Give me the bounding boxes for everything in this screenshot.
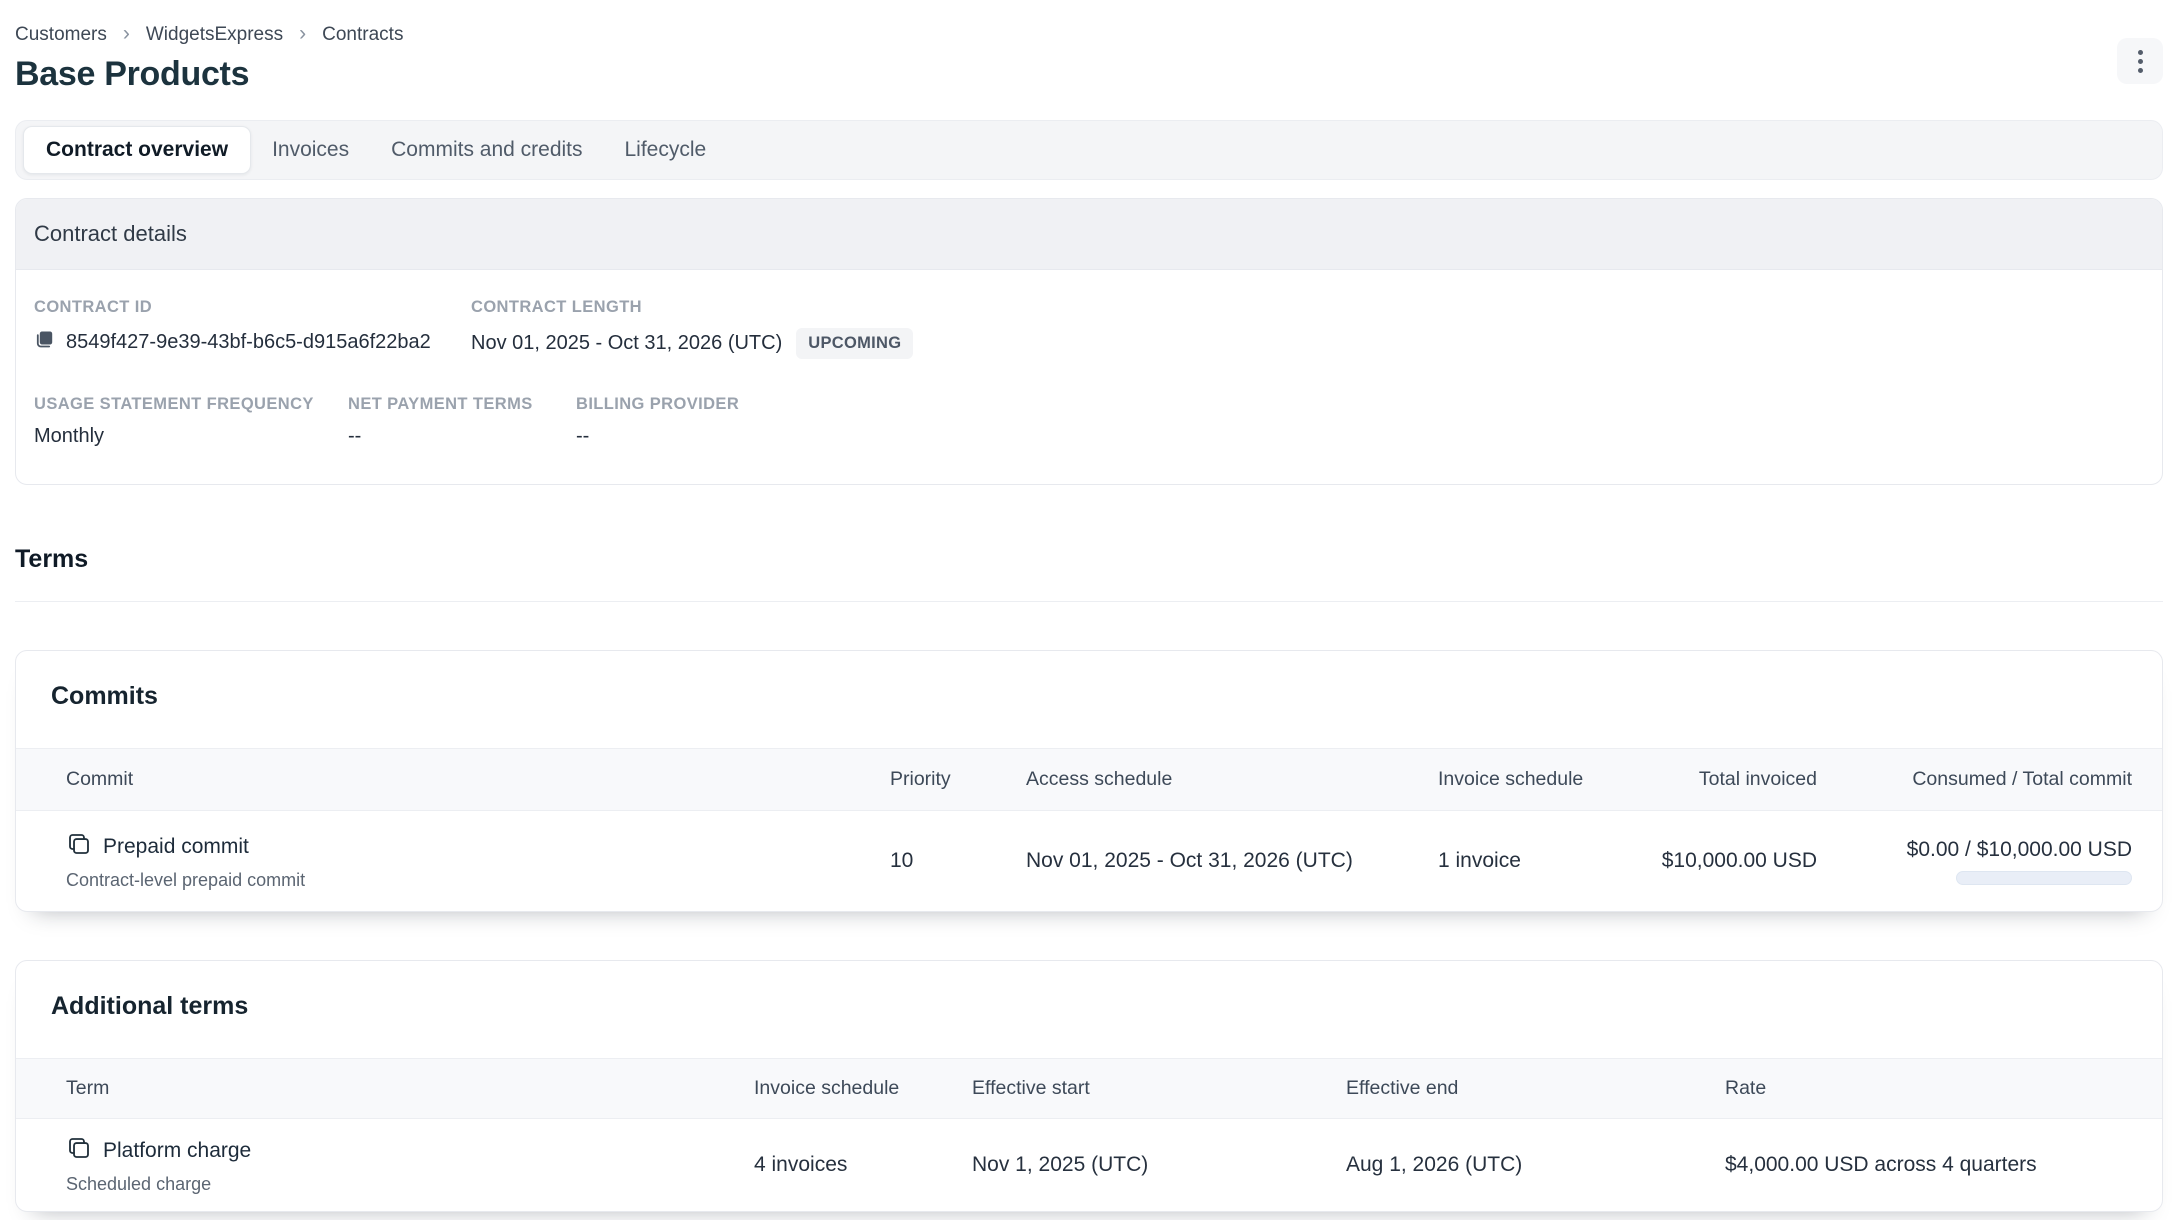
chevron-right-icon: › [299,23,306,47]
contract-details-body: Contract ID 8549f427-9e39-43bf-b6c5-d915… [16,270,2162,484]
column-header-commit: Commit [66,768,890,791]
contract-overview-page: Customers › WidgetsExpress › Contracts B… [0,0,2178,1220]
breadcrumb-contracts[interactable]: Contracts [322,24,403,46]
tab-bar: Contract overview Invoices Commits and c… [15,120,2163,180]
field-contract-length: Contract length Nov 01, 2025 - Oct 31, 2… [471,298,913,359]
page-title: Base Products [15,55,2163,94]
column-header-consumed-total-commit: Consumed / Total commit [1817,768,2132,791]
column-header-invoice-schedule: Invoice schedule [1438,768,1638,791]
column-header-total-invoiced: Total invoiced [1638,768,1817,791]
commit-cell: Prepaid commit Contract-level prepaid co… [66,831,890,891]
rate-cell: $4,000.00 USD across 4 quarters [1725,1153,2132,1177]
usage-statement-frequency-value: Monthly [34,425,348,448]
additional-terms-title: Additional terms [16,961,2162,1058]
total-invoiced-cell: $10,000.00 USD [1638,849,1817,873]
field-label: Usage statement frequency [34,395,348,414]
commits-title: Commits [16,651,2162,748]
consumed-total-value: $0.00 / $10,000.00 USD [1907,838,2132,862]
chevron-right-icon: › [123,23,130,47]
section-divider [15,601,2163,602]
invoice-schedule-cell: 4 invoices [754,1153,972,1177]
column-header-term: Term [66,1077,754,1100]
contract-details-card: Contract details Contract ID 8549f427-9e… [15,198,2163,485]
term-cell: Platform charge Scheduled charge [66,1135,754,1195]
access-schedule-cell: Nov 01, 2025 - Oct 31, 2026 (UTC) [1026,849,1438,873]
contract-id-value: 8549f427-9e39-43bf-b6c5-d915a6f22ba2 [66,331,431,354]
commit-subtitle: Contract-level prepaid commit [66,870,890,891]
commits-card: Commits Commit Priority Access schedule … [15,650,2163,912]
field-label: Billing provider [576,395,739,414]
table-row-prepaid-commit[interactable]: Prepaid commit Contract-level prepaid co… [16,811,2162,911]
field-usage-statement-frequency: Usage statement frequency Monthly [34,395,348,448]
field-label: Contract length [471,298,913,317]
contract-length-value: Nov 01, 2025 - Oct 31, 2026 (UTC) [471,332,782,355]
square-stack-icon [66,831,92,863]
commit-name-link[interactable]: Prepaid commit [103,835,249,859]
overflow-menu-button[interactable] [2117,38,2163,84]
field-billing-provider: Billing provider -- [576,395,739,448]
additional-terms-card: Additional terms Term Invoice schedule E… [15,960,2163,1212]
column-header-effective-start: Effective start [972,1077,1346,1100]
breadcrumb-customers[interactable]: Customers [15,24,107,46]
term-subtitle: Scheduled charge [66,1174,754,1195]
commits-table-header: Commit Priority Access schedule Invoice … [16,748,2162,811]
square-stack-icon [66,1135,92,1167]
field-label: Net payment terms [348,395,576,414]
billing-provider-value: -- [576,425,739,448]
field-net-payment-terms: Net payment terms -- [348,395,576,448]
consumed-total-cell: $0.00 / $10,000.00 USD [1817,838,2132,885]
tab-invoices[interactable]: Invoices [251,127,370,172]
kebab-vertical-icon [2138,50,2143,73]
tab-contract-overview[interactable]: Contract overview [23,126,251,173]
breadcrumb: Customers › WidgetsExpress › Contracts [15,23,2163,47]
commit-progress-bar [1956,871,2132,885]
field-label: Contract ID [34,298,471,317]
effective-end-cell: Aug 1, 2026 (UTC) [1346,1153,1725,1177]
effective-start-cell: Nov 1, 2025 (UTC) [972,1153,1346,1177]
column-header-priority: Priority [890,768,1026,791]
column-header-rate: Rate [1725,1077,2132,1100]
additional-terms-table-header: Term Invoice schedule Effective start Ef… [16,1058,2162,1119]
field-contract-id: Contract ID 8549f427-9e39-43bf-b6c5-d915… [34,298,471,359]
column-header-invoice-schedule: Invoice schedule [754,1077,972,1100]
invoice-schedule-cell: 1 invoice [1438,849,1638,873]
breadcrumb-widgetsexpress[interactable]: WidgetsExpress [146,24,283,46]
net-payment-terms-value: -- [348,425,576,448]
copy-icon[interactable] [34,328,56,356]
tab-commits-and-credits[interactable]: Commits and credits [370,127,603,172]
column-header-effective-end: Effective end [1346,1077,1725,1100]
column-header-access-schedule: Access schedule [1026,768,1438,791]
table-row-platform-charge[interactable]: Platform charge Scheduled charge 4 invoi… [16,1119,2162,1211]
term-name-link[interactable]: Platform charge [103,1139,251,1163]
tab-lifecycle[interactable]: Lifecycle [604,127,728,172]
contract-details-header: Contract details [16,199,2162,270]
terms-heading: Terms [15,545,2163,574]
priority-cell: 10 [890,849,1026,873]
status-badge: UPCOMING [796,328,913,359]
